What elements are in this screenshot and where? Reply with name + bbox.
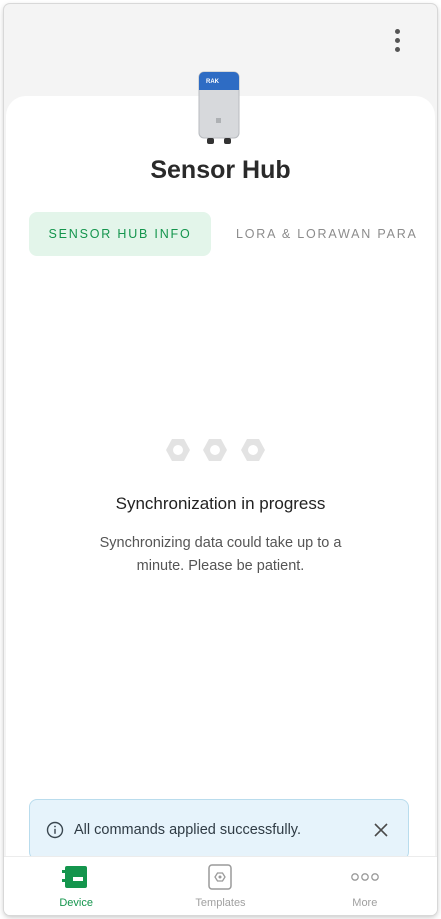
nav-more-label: More bbox=[352, 897, 378, 909]
sync-subtitle: Synchronizing data could take up to a mi… bbox=[99, 535, 342, 574]
toast-message: All commands applied successfully. bbox=[74, 821, 301, 838]
tab-bar: SENSOR HUB INFO LORA & LORAWAN PARA bbox=[29, 212, 437, 258]
more-vertical-icon[interactable] bbox=[387, 26, 407, 54]
tab-sensor-hub-info[interactable]: SENSOR HUB INFO bbox=[29, 212, 211, 256]
sync-title: Synchronization in progress bbox=[115, 494, 326, 513]
nav-templates-label: Templates bbox=[195, 897, 246, 909]
close-icon[interactable] bbox=[368, 817, 394, 843]
nav-more[interactable]: More bbox=[293, 857, 437, 915]
templates-icon bbox=[206, 863, 234, 891]
device-icon bbox=[62, 863, 90, 891]
tab-lora-lorawan-para[interactable]: LORA & LORAWAN PARA bbox=[236, 212, 418, 256]
success-toast: All commands applied successfully. bbox=[29, 799, 409, 860]
nav-device[interactable]: Device bbox=[4, 857, 148, 915]
device-brand-text: RAK bbox=[206, 79, 220, 85]
bottom-navigation: Device Templates More bbox=[4, 856, 437, 915]
nav-templates[interactable]: Templates bbox=[148, 857, 292, 915]
more-horizontal-icon bbox=[350, 863, 379, 891]
hexagon-loader-icon bbox=[166, 439, 265, 461]
nav-device-label: Device bbox=[59, 897, 93, 909]
device-title: Sensor Hub bbox=[150, 156, 291, 184]
phone-screen: RAK Sensor Hub SENSOR HUB INFO LORA & LO… bbox=[4, 4, 437, 915]
sensor-hub-device-icon: RAK bbox=[198, 71, 240, 144]
info-icon bbox=[46, 821, 64, 838]
